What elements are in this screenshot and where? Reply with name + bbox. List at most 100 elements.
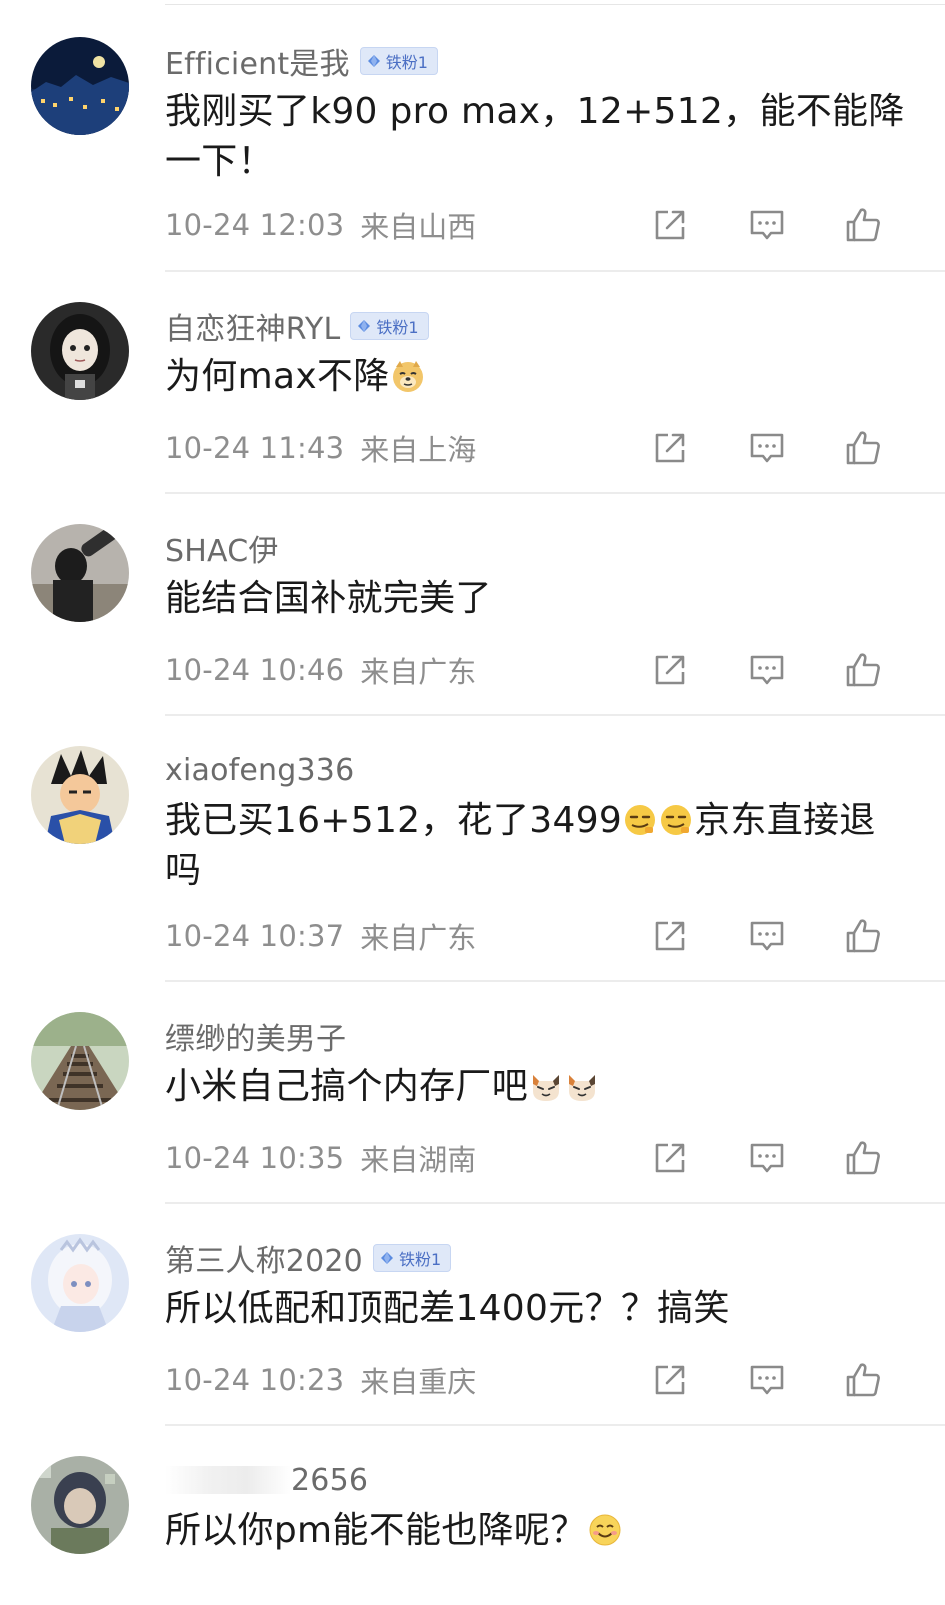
reply-button[interactable] <box>745 648 789 692</box>
reply-button[interactable] <box>745 1358 789 1402</box>
action-bar <box>645 1136 890 1180</box>
comment-item: SHAC伊 能结合国补就完美了 10-24 10:46 来自广东 <box>0 524 945 714</box>
comment-item: 2656 所以你pm能不能也降呢？ <box>0 1456 945 1605</box>
comment-time: 10-24 10:37 <box>165 919 345 953</box>
username[interactable]: 第三人称2020 <box>165 1236 363 1280</box>
comment-location: 来自广东 <box>360 655 477 689</box>
username-row: xiaofeng336 <box>165 750 354 790</box>
thumbs-up-icon <box>843 1360 883 1400</box>
fan-badge[interactable]: 铁粉1 <box>359 47 438 75</box>
divider <box>165 492 945 494</box>
photographer-avatar[interactable] <box>31 524 129 622</box>
share-icon <box>650 428 690 468</box>
like-button[interactable] <box>841 1136 885 1180</box>
divider <box>165 980 945 982</box>
diamond-icon <box>357 319 371 333</box>
thumbs-up-icon <box>843 916 883 956</box>
comment-location: 来自山西 <box>360 210 477 244</box>
share-button[interactable] <box>648 1358 692 1402</box>
share-button[interactable] <box>648 1136 692 1180</box>
action-bar <box>645 648 890 692</box>
username[interactable]: xiaofeng336 <box>165 753 354 788</box>
comment-item: xiaofeng336 我已买16+512，花了3499 京东直接退吗 10-24… <box>0 746 945 979</box>
username[interactable]: 自恋狂神RYL <box>165 304 340 348</box>
username-row: 自恋狂神RYL 铁粉1 <box>165 304 429 348</box>
comment-time: 10-24 10:23 <box>165 1363 345 1397</box>
fan-badge-label: 铁粉1 <box>385 53 428 72</box>
night-city-avatar[interactable] <box>31 37 129 135</box>
reply-button[interactable] <box>745 1136 789 1180</box>
cartoon-warrior-avatar[interactable] <box>31 746 129 844</box>
comment-icon <box>747 205 787 245</box>
like-button[interactable] <box>841 1358 885 1402</box>
reply-button[interactable] <box>745 203 789 247</box>
thumbs-up-icon <box>843 428 883 468</box>
smile-emoji-icon <box>588 1513 622 1547</box>
like-button[interactable] <box>841 203 885 247</box>
fan-badge-label: 铁粉1 <box>398 1250 442 1269</box>
username[interactable]: Efficient是我 <box>165 39 350 83</box>
comment-text: 为何max不降 <box>165 356 390 397</box>
username-row: 第三人称2020 铁粉1 <box>165 1236 452 1280</box>
comment-item: Efficient是我 铁粉1 我刚买了k90 pro max，12+512，能… <box>0 37 945 270</box>
action-bar <box>645 426 890 470</box>
thumbs-up-icon <box>843 650 883 690</box>
comment-item: 自恋狂神RYL 铁粉1 为何max不降 10-24 11:43 来自上海 <box>0 302 945 492</box>
share-button[interactable] <box>648 426 692 470</box>
divider <box>165 1424 945 1426</box>
like-button[interactable] <box>841 648 885 692</box>
comment-item: 第三人称2020 铁粉1 所以低配和顶配差1400元？？搞笑 10-24 10:… <box>0 1234 945 1424</box>
comment-location: 来自湖南 <box>360 1143 477 1177</box>
railway-avatar[interactable] <box>31 1012 129 1110</box>
comment-text: 所以你pm能不能也降呢？ <box>165 1510 587 1551</box>
comment-time: 10-24 12:03 <box>165 208 345 242</box>
comment-text-before: 我已买16+512，花了3499 <box>165 800 623 841</box>
username[interactable]: 缥缈的美男子 <box>165 1014 346 1058</box>
comment-icon <box>747 650 787 690</box>
comment-text-line: 我已买16+512，花了3499 京东直接退吗 <box>165 796 905 896</box>
white-hair-girl-avatar[interactable] <box>31 1234 129 1332</box>
comment-location: 来自上海 <box>360 433 477 467</box>
username-row: SHAC伊 <box>165 526 279 570</box>
action-bar <box>645 1358 890 1402</box>
comment-text-line: 为何max不降 <box>165 352 905 402</box>
username[interactable]: 2656 <box>291 1463 368 1498</box>
fan-badge-label: 铁粉1 <box>376 318 419 337</box>
share-icon <box>650 650 690 690</box>
comment-icon <box>747 428 787 468</box>
share-icon <box>650 205 690 245</box>
top-divider <box>165 4 945 5</box>
cat-face-emoji-icon <box>529 1069 563 1103</box>
share-button[interactable] <box>648 648 692 692</box>
divider <box>165 270 945 272</box>
reply-button[interactable] <box>745 426 789 470</box>
comment-text-line: 所以你pm能不能也降呢？ <box>165 1506 905 1556</box>
redacted-username-part <box>165 1466 291 1494</box>
action-bar <box>645 914 890 958</box>
fan-badge[interactable]: 铁粉1 <box>350 312 429 340</box>
thumbs-up-icon <box>843 1138 883 1178</box>
comment-time: 10-24 10:46 <box>165 653 345 687</box>
comment-location: 来自重庆 <box>360 1365 477 1399</box>
comment-text-line: 小米自己搞个内存厂吧 <box>165 1062 905 1112</box>
username[interactable]: SHAC伊 <box>165 526 279 570</box>
comment-item: 缥缈的美男子 小米自己搞个内存厂吧 10-24 10:35 来自湖南 <box>0 1012 945 1202</box>
like-button[interactable] <box>841 914 885 958</box>
like-button[interactable] <box>841 426 885 470</box>
username-row: Efficient是我 铁粉1 <box>165 39 438 83</box>
meta-row: 10-24 11:43 来自上海 <box>165 428 476 468</box>
anime-girl-avatar[interactable] <box>31 302 129 400</box>
fan-badge[interactable]: 铁粉1 <box>372 1244 452 1272</box>
comment-icon <box>747 916 787 956</box>
doge-emoji-icon <box>391 359 425 393</box>
share-button[interactable] <box>648 914 692 958</box>
share-button[interactable] <box>648 203 692 247</box>
pixel-character-avatar[interactable] <box>31 1456 129 1554</box>
comment-time: 10-24 10:35 <box>165 1141 345 1175</box>
comment-text: 小米自己搞个内存厂吧 <box>165 1066 529 1107</box>
comment-text: 所以低配和顶配差1400元？？搞笑 <box>165 1288 730 1329</box>
sly-smile-emoji-icon <box>623 803 657 837</box>
comment-icon <box>747 1138 787 1178</box>
thumbs-up-icon <box>843 205 883 245</box>
reply-button[interactable] <box>745 914 789 958</box>
